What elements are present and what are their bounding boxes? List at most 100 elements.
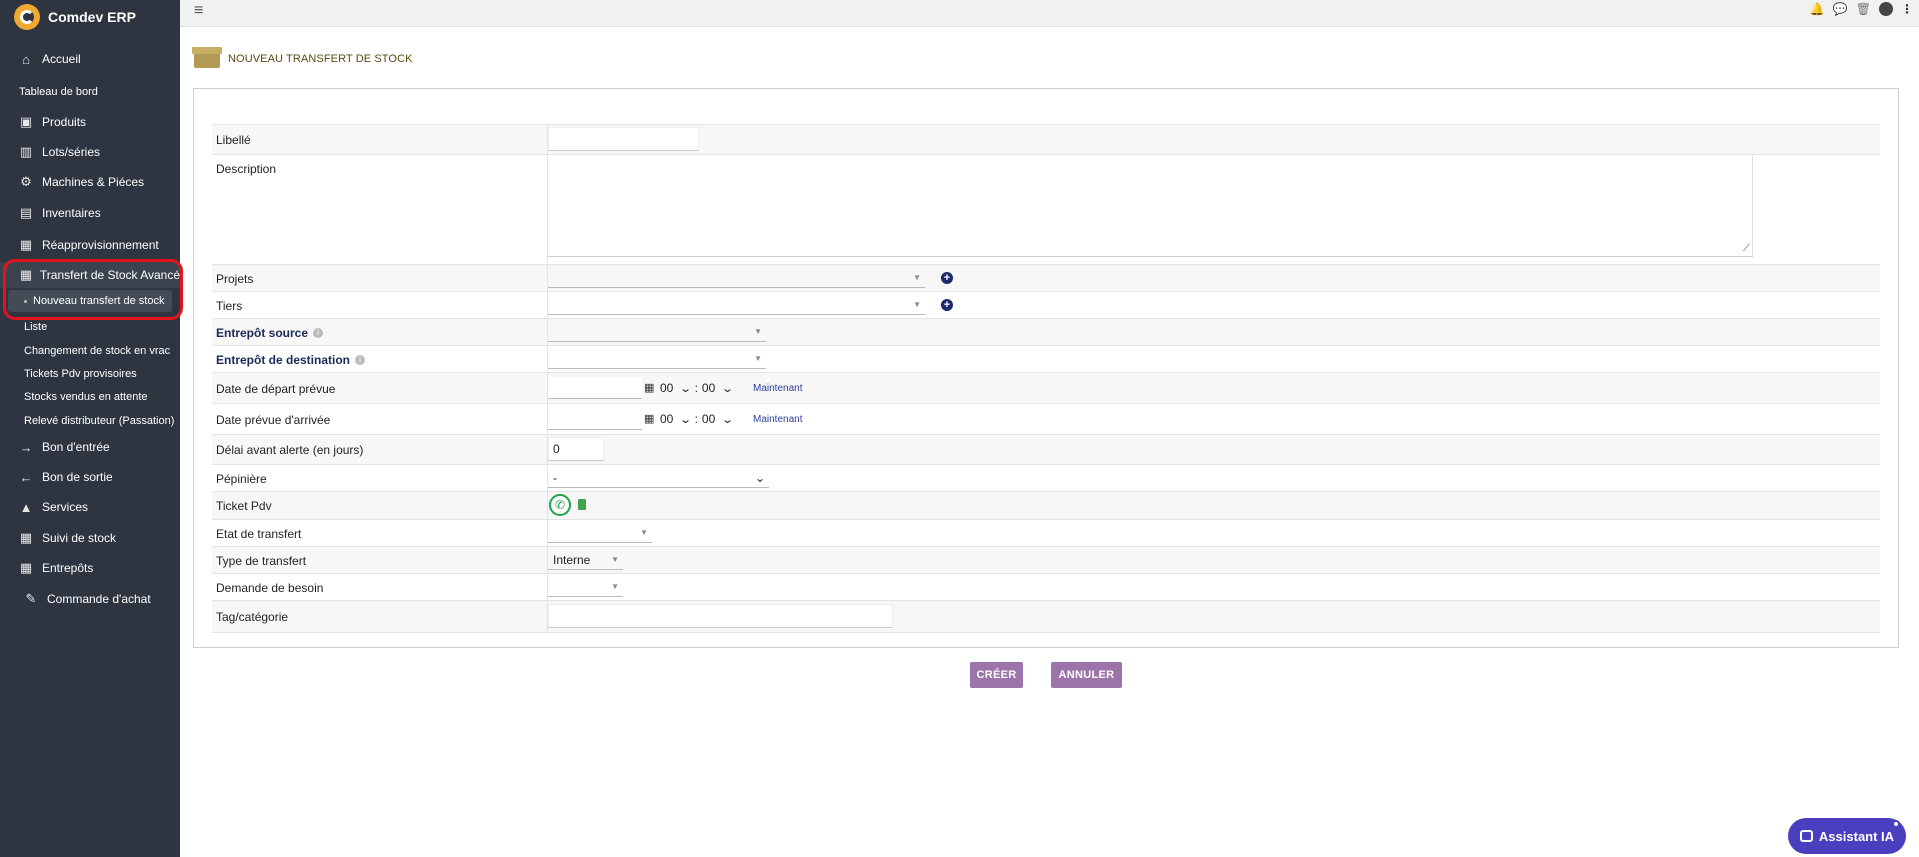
caret-down-icon: ▼ xyxy=(611,555,619,564)
trash-icon[interactable]: 🗑 xyxy=(1856,2,1871,16)
tiers-select[interactable]: ▼ xyxy=(548,295,925,315)
entrepot-source-select[interactable]: ▼ xyxy=(548,322,766,342)
label-tiers: Tiers xyxy=(216,298,243,313)
sidebar-item-tickets-pdv[interactable]: Tickets Pdv provisoires xyxy=(0,362,180,386)
arrow-left-icon: ← xyxy=(19,469,33,485)
sidebar-item-accueil[interactable]: ⌂ Accueil xyxy=(0,46,180,72)
sidebar-item-changement-stock[interactable]: Changement de stock en vrac xyxy=(0,339,180,363)
sidebar-item-produits[interactable]: ▣ Produits xyxy=(0,109,180,135)
etat-transfert-select[interactable]: ▼ xyxy=(548,523,652,543)
caret-down-icon: ▼ xyxy=(754,354,762,363)
row-demande-besoin: Demande de besoin ▼ xyxy=(212,574,1880,601)
label-date-depart: Date de départ prévue xyxy=(216,381,336,396)
sidebar-item-commande-achat[interactable]: ✎ Commande d'achat xyxy=(0,586,180,612)
projets-select[interactable]: ▼ xyxy=(548,268,925,288)
brand[interactable]: Comdev ERP xyxy=(14,4,136,30)
cancel-button[interactable]: ANNULER xyxy=(1051,662,1122,688)
cogs-icon: ⚙ xyxy=(20,174,32,189)
label-ticket-pdv: Ticket Pdv xyxy=(216,499,272,513)
demande-besoin-select[interactable]: ▼ xyxy=(548,577,623,597)
row-pepiniere: Pépinière - ⌄ xyxy=(212,465,1880,492)
row-date-depart: Date de départ prévue ▦ 00 ⌄ : 00 ⌄ Mainte… xyxy=(212,373,1880,404)
notification-icon[interactable]: 🔔 xyxy=(1810,2,1825,16)
now-link[interactable]: Maintenant xyxy=(753,414,802,425)
description-textarea[interactable]: ⟋ xyxy=(548,155,1753,257)
tag-input[interactable] xyxy=(548,604,893,628)
document-icon[interactable] xyxy=(578,499,586,510)
add-tiers-icon[interactable]: + xyxy=(941,299,953,311)
minute-select[interactable]: 00 xyxy=(702,381,715,395)
logo-icon xyxy=(14,4,40,30)
now-link[interactable]: Maintenant xyxy=(753,383,802,394)
sidebar-item-releve-distributeur[interactable]: Relevé distributeur (Passation) xyxy=(0,409,180,433)
bell-icon: ▲ xyxy=(19,499,33,515)
avatar[interactable] xyxy=(1879,2,1893,16)
sidebar-item-bon-entree[interactable]: → Bon d'entrée xyxy=(0,434,180,460)
date-depart-input[interactable] xyxy=(548,377,642,399)
sidebar-item-inventaires[interactable]: ▤ Inventaires xyxy=(0,200,180,226)
label-date-arrivee: Date prévue d'arrivée xyxy=(216,412,331,427)
row-entrepot-source: Entrepôt source i ▼ xyxy=(212,319,1880,346)
date-arrivee-input[interactable] xyxy=(548,408,642,430)
resize-handle-icon[interactable]: ⟋ xyxy=(1743,243,1750,254)
chevron-down-icon: ⌄ xyxy=(754,471,765,485)
top-icons: 🔔 💬 🗑 ⋮ xyxy=(1810,2,1913,16)
hour-select[interactable]: 00 xyxy=(660,412,673,426)
label-description: Description xyxy=(216,162,277,176)
chevron-down-icon: ⌄ xyxy=(721,382,735,395)
chevron-down-icon: ⌄ xyxy=(679,413,693,426)
calendar-icon[interactable]: ▦ xyxy=(644,412,654,425)
caret-down-icon: ▼ xyxy=(913,273,921,282)
topbar: ≡ 🔔 💬 🗑 ⋮ xyxy=(180,0,1919,27)
info-icon: i xyxy=(355,354,366,365)
sidebar-item-entrepots[interactable]: ▦ Entrepôts xyxy=(0,555,180,581)
app-name: Comdev ERP xyxy=(48,9,136,25)
minute-select[interactable]: 00 xyxy=(702,412,715,426)
more-vertical-icon[interactable]: ⋮ xyxy=(1901,2,1913,16)
calendar-icon[interactable]: ▦ xyxy=(644,381,654,394)
sidebar-item-bon-sortie[interactable]: ← Bon de sortie xyxy=(0,464,180,490)
label-projets: Projets xyxy=(216,271,254,286)
type-transfert-select[interactable]: Interne ▼ xyxy=(548,550,623,570)
entrepot-destination-select[interactable]: ▼ xyxy=(548,349,766,369)
time-arrivee[interactable]: 00 ⌄ : 00 ⌄ xyxy=(660,412,734,426)
sidebar-item-tableau-de-bord[interactable]: Tableau de bord xyxy=(0,79,180,105)
boxes-icon: ▤ xyxy=(19,205,33,220)
box-open-icon: ▦ xyxy=(19,237,33,252)
sidebar-item-lots-series[interactable]: ▥ Lots/séries xyxy=(0,139,180,165)
sidebar-item-reapprovisionnement[interactable]: ▦ Réapprovisionnement xyxy=(0,232,180,258)
row-type-transfert: Type de transfert Interne ▼ xyxy=(212,547,1880,574)
create-button[interactable]: CRÉER xyxy=(970,662,1023,688)
sidebar-item-services[interactable]: ▲ Services xyxy=(0,494,180,520)
row-etat-transfert: Etat de transfert ▼ xyxy=(212,520,1880,547)
sidebar: Comdev ERP ⌂ Accueil Tableau de bord ▣ Pro… xyxy=(0,0,183,857)
transfer-form: Libellé Description ⟋ Projets ▼ + Tiers … xyxy=(212,124,1880,633)
row-ticket-pdv: Ticket Pdv ✆ xyxy=(212,492,1880,520)
sidebar-item-stocks-vendus[interactable]: Stocks vendus en attente xyxy=(0,385,180,409)
box-open-icon: ▦ xyxy=(19,530,33,545)
add-projet-icon[interactable]: + xyxy=(941,272,953,284)
label-type-transfert: Type de transfert xyxy=(216,553,307,568)
row-libelle: Libellé xyxy=(212,125,1880,155)
label-demande-besoin: Demande de besoin xyxy=(216,580,324,595)
label-entrepot-source: Entrepôt source i xyxy=(216,319,324,346)
robot-icon xyxy=(1799,830,1813,842)
row-tiers: Tiers ▼ + xyxy=(212,292,1880,319)
chat-icon[interactable]: 💬 xyxy=(1833,2,1848,16)
sidebar-item-machines[interactable]: ⚙ Machines & Piéces xyxy=(0,169,180,195)
pepiniere-select[interactable]: - ⌄ xyxy=(548,468,769,488)
sidebar-item-suivi-stock[interactable]: ▦ Suivi de stock xyxy=(0,525,180,551)
time-depart[interactable]: 00 ⌄ : 00 ⌄ xyxy=(660,381,735,395)
row-date-arrivee: Date prévue d'arrivée ▦ 00 ⌄ : 00 ⌄ Mainte… xyxy=(212,404,1880,435)
delai-input[interactable] xyxy=(548,437,604,461)
whatsapp-icon[interactable]: ✆ xyxy=(549,494,571,516)
box-icon xyxy=(192,47,222,68)
dolly-icon: ✎ xyxy=(25,591,37,606)
hamburger-menu-icon[interactable]: ≡ xyxy=(194,2,203,20)
assistant-ia-button[interactable]: Assistant IA xyxy=(1788,818,1906,854)
libelle-input[interactable] xyxy=(548,127,699,151)
label-etat-transfert: Etat de transfert xyxy=(216,526,302,541)
row-tag: Tag/catégorie xyxy=(212,601,1880,633)
home-icon: ⌂ xyxy=(22,51,30,67)
hour-select[interactable]: 00 xyxy=(660,381,673,395)
